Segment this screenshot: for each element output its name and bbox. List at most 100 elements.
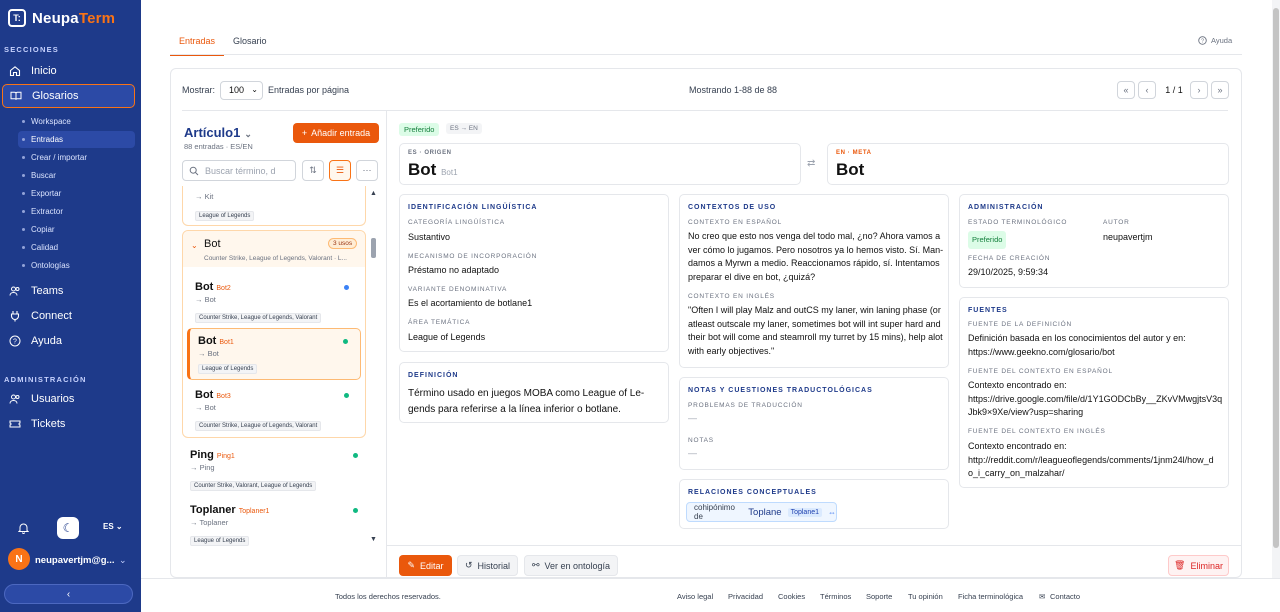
list-item[interactable]: → Kit League of Legends: [182, 186, 366, 226]
language-selector[interactable]: ES ⌄: [103, 522, 123, 531]
nav-teams[interactable]: Teams: [0, 279, 141, 303]
nav-label: Glosarios: [32, 90, 79, 102]
list-item[interactable]: Ping Ping1 → Ping Counter Strike, Valora…: [182, 443, 366, 495]
footer-link-ficha[interactable]: Ficha terminológica: [958, 592, 1023, 601]
footer-link-contacto[interactable]: Contacto: [1050, 592, 1080, 601]
edit-button[interactable]: ✎ Editar: [399, 555, 452, 576]
nav-tickets[interactable]: Tickets: [0, 412, 141, 436]
spanish-context-source: Contexto encontrado en: https://drive.goo…: [968, 380, 1223, 417]
footer-link-terminos[interactable]: Términos: [820, 592, 851, 601]
subnav-crear-importar[interactable]: Crear / importar: [18, 149, 135, 166]
collapse-sidebar-button[interactable]: ‹: [4, 584, 133, 604]
nav-usuarios[interactable]: Usuarios: [0, 387, 141, 411]
glossary-title: Artículo1: [184, 125, 241, 140]
subnav-copiar[interactable]: Copiar: [18, 221, 135, 238]
history-button[interactable]: ↺ Historial: [457, 555, 518, 576]
scroll-down-icon[interactable]: ▼: [370, 536, 377, 543]
theme-toggle-button[interactable]: ☾: [57, 517, 79, 539]
view-ontology-button[interactable]: ⚯ Ver en ontología: [524, 555, 618, 576]
tab-entradas[interactable]: Entradas: [170, 32, 225, 56]
search-input[interactable]: Buscar término, d: [182, 160, 296, 181]
subnav-workspace[interactable]: Workspace: [18, 113, 135, 130]
panel-heading: ADMINISTRACIÓN: [968, 204, 1044, 211]
panel-heading: RELACIONES CONCEPTUALES: [688, 489, 817, 496]
chevron-down-icon[interactable]: ⌄: [119, 555, 127, 566]
list-scrollbar[interactable]: ▲ ▼: [370, 190, 378, 546]
home-icon: [9, 65, 21, 77]
translation-notes-panel: NOTAS Y CUESTIONES TRADUCTOLÓGICAS PROBL…: [679, 377, 949, 470]
prev-page-button[interactable]: ‹: [1138, 81, 1156, 99]
avatar[interactable]: N: [8, 548, 30, 570]
subnav-buscar[interactable]: Buscar: [18, 167, 135, 184]
status-dot: [353, 508, 358, 513]
pencil-icon: ✎: [407, 560, 416, 570]
add-entry-button[interactable]: + Añadir entrada: [293, 123, 379, 143]
chevron-down-icon: ⌄: [244, 129, 252, 139]
scroll-up-icon[interactable]: ▲: [370, 190, 377, 197]
source-label: ES · ORIGEN: [408, 150, 452, 156]
more-options-button[interactable]: ⋯: [356, 160, 378, 181]
domain-tag: League of Legends: [198, 364, 258, 374]
logo[interactable]: T: NeupaTerm: [8, 9, 115, 27]
list-item[interactable]: Bot Bot3 → Bot Counter Strike, League of…: [187, 383, 361, 435]
nav-inicio[interactable]: Inicio: [0, 59, 141, 83]
next-page-button[interactable]: ›: [1190, 81, 1208, 99]
help-link[interactable]: ? Ayuda: [1198, 36, 1232, 45]
relation-term-id: Toplane1: [787, 507, 822, 517]
list-item[interactable]: Toplaner Toplaner1 → Toplaner League of …: [182, 498, 366, 550]
tab-glosario[interactable]: Glosario: [224, 32, 276, 56]
subnav-entradas[interactable]: Entradas: [18, 131, 135, 148]
status-dot: [343, 339, 348, 344]
relation-chip[interactable]: cohipónimo de Toplane Toplane1 ⇔: [686, 502, 837, 522]
chevron-down-icon: ⌄: [191, 241, 198, 250]
page-scrollbar[interactable]: [1272, 0, 1280, 578]
page-indicator: 1 / 1: [1165, 85, 1183, 95]
scrollbar-thumb[interactable]: [371, 238, 376, 258]
field-value: League of Legends: [408, 332, 486, 342]
footer-link-soporte[interactable]: Soporte: [866, 592, 892, 601]
domain-tag: Counter Strike, Valorant, League of Lege…: [190, 481, 317, 491]
list-item-selected[interactable]: Bot Bot1 → Bot League of Legends: [187, 328, 361, 380]
usage-badge: 3 usos: [328, 238, 358, 249]
footer-link-cookies[interactable]: Cookies: [778, 592, 805, 601]
show-label: Mostrar:: [182, 85, 216, 95]
status-badge: Preferido: [968, 231, 1007, 249]
nav-ayuda[interactable]: ? Ayuda: [0, 329, 141, 353]
chevron-right-icon: ›: [1197, 85, 1201, 95]
subnav-exportar[interactable]: Exportar: [18, 185, 135, 202]
user-name[interactable]: neupavertjm@g...: [35, 555, 114, 566]
relation-term: Toplane: [748, 506, 782, 518]
english-context: "Often I will play Malz and outCS my lan…: [688, 305, 943, 356]
list-item[interactable]: Bot Bot2 → Bot Counter Strike, League of…: [187, 275, 361, 327]
ellipsis-icon: ⋯: [362, 165, 372, 175]
entry-id: Toplaner1: [238, 508, 270, 515]
first-page-button[interactable]: «: [1117, 81, 1135, 99]
footer-link-privacidad[interactable]: Privacidad: [728, 592, 763, 601]
field-value: 29/10/2025, 9:59:34: [968, 267, 1049, 277]
subnav-calidad[interactable]: Calidad: [18, 239, 135, 256]
group-header[interactable]: ⌄ Bot 3 usos Counter Strike, League of L…: [183, 231, 365, 267]
nav-connect[interactable]: Connect: [0, 304, 141, 328]
term-group: ⌄ Bot 3 usos Counter Strike, League of L…: [182, 230, 366, 438]
glossary-selector[interactable]: Artículo1 ⌄: [184, 125, 252, 140]
svg-text:?: ?: [1201, 39, 1204, 45]
field-value: Es el acortamiento de botlane1: [408, 298, 533, 308]
definition-panel: DEFINICIÓN Término usado en juegos MOBA …: [399, 362, 669, 423]
sort-button[interactable]: ⇅: [302, 160, 324, 181]
page-size-select[interactable]: 100 ⌄: [220, 81, 263, 100]
field-value: —: [688, 413, 697, 423]
bell-icon[interactable]: [17, 522, 30, 537]
group-view-button[interactable]: ☰: [329, 160, 351, 181]
scrollbar-thumb[interactable]: [1273, 8, 1279, 548]
delete-button[interactable]: 🗑 Eliminar: [1168, 555, 1229, 576]
last-page-button[interactable]: »: [1211, 81, 1229, 99]
footer-link-tu-opinion[interactable]: Tu opinión: [908, 592, 943, 601]
source-term-id: Bot1: [441, 168, 458, 177]
footer-link-aviso-legal[interactable]: Aviso legal: [677, 592, 713, 601]
nav-glosarios[interactable]: Glosarios: [2, 84, 135, 108]
subnav-extractor[interactable]: Extractor: [18, 203, 135, 220]
translation-arrow: → Bot: [195, 403, 216, 412]
nav-label: Ayuda: [31, 335, 62, 347]
subnav-ontologias[interactable]: Ontologías: [18, 257, 135, 274]
status-dot: [344, 393, 349, 398]
